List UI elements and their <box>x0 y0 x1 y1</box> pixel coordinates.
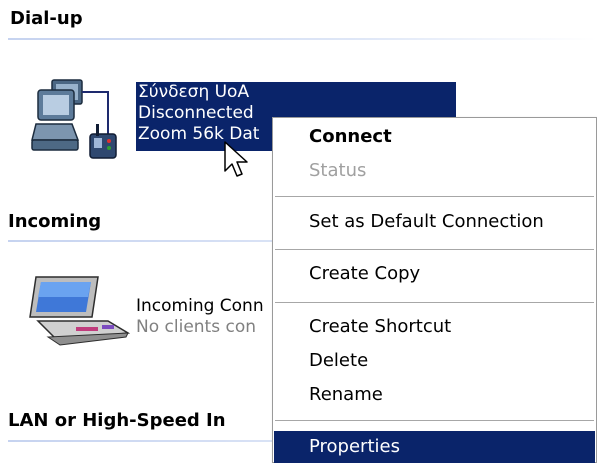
menu-item-set-default[interactable]: Set as Default Connection <box>274 206 595 238</box>
connection-name: Incoming Conn <box>136 296 264 316</box>
mouse-pointer-icon <box>224 141 250 185</box>
group-header-dialup: Dial-up <box>10 8 83 29</box>
menu-item-properties[interactable]: Properties <box>274 431 595 463</box>
menu-separator <box>275 196 594 198</box>
group-header-incoming: Incoming <box>8 211 102 232</box>
incoming-connection-icon[interactable] <box>28 275 131 354</box>
group-divider <box>8 38 597 40</box>
menu-item-connect[interactable]: Connect <box>274 121 595 153</box>
menu-separator <box>275 302 594 304</box>
menu-item-status[interactable]: Status <box>274 155 595 187</box>
menu-item-create-shortcut[interactable]: Create Shortcut <box>274 311 595 343</box>
menu-item-create-copy[interactable]: Create Copy <box>274 258 595 290</box>
connection-name: Σύνδεση UoA <box>138 82 250 102</box>
menu-separator <box>275 249 594 251</box>
connection-status: No clients con <box>136 317 256 337</box>
menu-item-delete[interactable]: Delete <box>274 345 595 377</box>
menu-separator <box>275 420 594 422</box>
context-menu: Connect Status Set as Default Connection… <box>272 117 597 463</box>
menu-item-rename[interactable]: Rename <box>274 379 595 411</box>
group-header-lan: LAN or High-Speed In <box>8 410 226 431</box>
incoming-connection-label[interactable]: Incoming Conn No clients con <box>136 296 276 340</box>
dialup-connection-icon[interactable] <box>30 76 130 175</box>
